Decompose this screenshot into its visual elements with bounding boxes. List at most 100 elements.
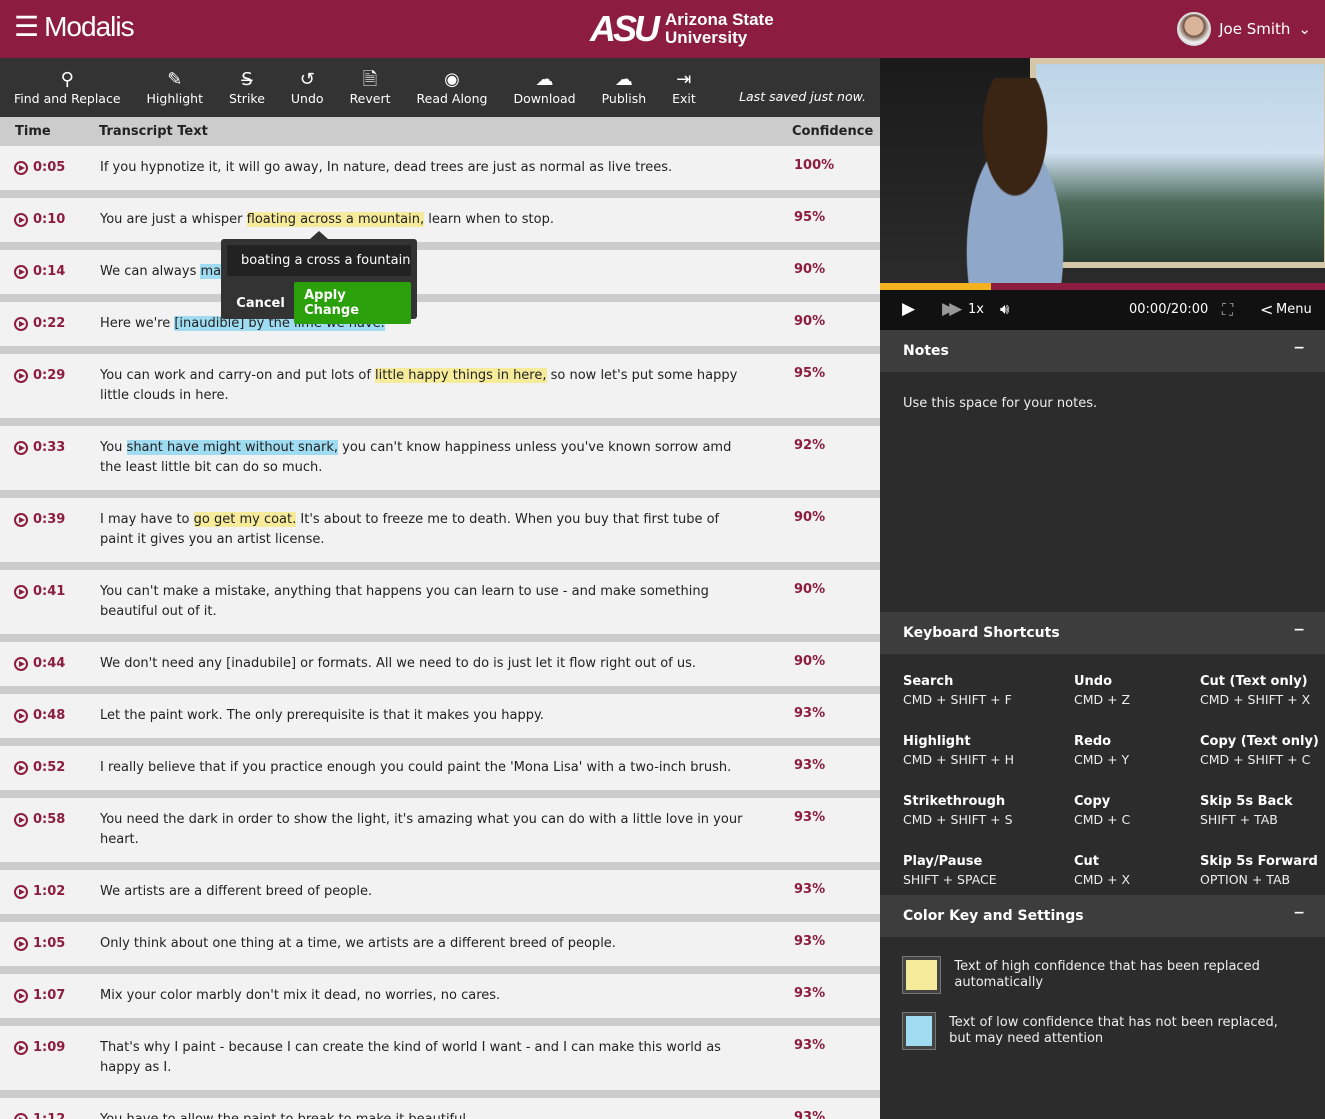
timestamp-button[interactable]: 1:09: [14, 1040, 65, 1055]
colorkey-header[interactable]: Color Key and Settings −: [880, 895, 1325, 937]
transcript-text[interactable]: Only think about one thing at a time, we…: [100, 922, 750, 966]
notes-textarea[interactable]: Use this space for your notes.: [880, 372, 1325, 612]
transcript-text[interactable]: You can work and carry-on and put lots o…: [100, 354, 750, 418]
high-confidence-replacement[interactable]: floating across a mountain,: [246, 212, 425, 227]
collapse-icon[interactable]: −: [1293, 340, 1305, 356]
timestamp-button[interactable]: 0:41: [14, 584, 65, 599]
tool-undo[interactable]: ↺ Undo: [285, 69, 330, 106]
table-row: 0:10 You are just a whisper floating acro…: [0, 198, 880, 242]
timestamp: 0:29: [33, 368, 66, 383]
text-segment: We artists are a different breed of peop…: [100, 884, 373, 899]
shortcut-name: Search: [903, 674, 954, 689]
low-confidence-text[interactable]: shant have might without snark,: [126, 440, 339, 455]
confidence-value: 95%: [794, 366, 826, 381]
tool-revert[interactable]: 🗎 Revert: [344, 69, 397, 106]
tool-download[interactable]: ☁ Download: [507, 69, 581, 106]
cancel-button[interactable]: Cancel: [227, 296, 294, 311]
high-confidence-replacement[interactable]: go get my coat.: [193, 512, 297, 527]
share-icon[interactable]: <: [1260, 300, 1273, 319]
timestamp-button[interactable]: 0:33: [14, 440, 65, 455]
speed-button[interactable]: 1x: [968, 302, 984, 317]
transcript-text[interactable]: If you hypnotize it, it will go away, In…: [100, 146, 750, 190]
text-segment: Mix your color marbly don't mix it dead,…: [100, 988, 501, 1003]
timestamp: 0:44: [33, 656, 66, 671]
user-menu[interactable]: Joe Smith ⌄: [1177, 12, 1311, 46]
timestamp-button[interactable]: 0:58: [14, 812, 65, 827]
color-swatch[interactable]: [901, 956, 942, 994]
transcript-text[interactable]: Here we're [inaudible] by the lime we ha…: [100, 302, 750, 346]
shortcut-name: Copy: [1074, 794, 1111, 809]
transcript-text[interactable]: That's why I paint - because I can creat…: [100, 1026, 750, 1090]
volume-icon[interactable]: 🔊︎: [1000, 300, 1009, 318]
timestamp-button[interactable]: 0:29: [14, 368, 65, 383]
menu-icon[interactable]: ☰: [14, 10, 39, 43]
text-segment: Let the paint work. The only prerequisit…: [100, 708, 544, 723]
transcript-text[interactable]: You can't make a mistake, anything that …: [100, 570, 750, 634]
tool-publish[interactable]: ☁ Publish: [596, 69, 653, 106]
tool-read-along[interactable]: ◉ Read Along: [411, 69, 494, 106]
fullscreen-icon[interactable]: ⛶: [1222, 300, 1233, 320]
transcript-text[interactable]: You shant have might without snark, you …: [100, 426, 750, 490]
text-segment: If you hypnotize it, it will go away, In…: [100, 160, 673, 175]
top-bar: ☰ Modalis ASU Arizona State University Joe …: [0, 0, 1325, 58]
play-circle-icon: [14, 264, 28, 279]
shortcut-name: Strikethrough: [903, 794, 1006, 809]
timestamp-button[interactable]: 0:10: [14, 212, 65, 227]
toolbar: ⚲ Find and Replace ✎ Highlight S̶ Strike ↺ Undo…: [0, 58, 880, 117]
transcript-text[interactable]: I may have to go get my coat. It's about…: [100, 498, 750, 562]
replacement-input[interactable]: boating a cross a fountain: [227, 245, 411, 276]
timestamp-button[interactable]: 1:07: [14, 988, 65, 1003]
collapse-icon[interactable]: −: [1293, 905, 1305, 921]
timestamp-button[interactable]: 1:12: [14, 1112, 65, 1119]
transcript-text[interactable]: We artists are a different breed of peop…: [100, 870, 750, 914]
tool-exit[interactable]: ⇥ Exit: [666, 69, 702, 106]
high-confidence-replacement[interactable]: little happy things in here,: [375, 368, 547, 383]
text-segment: You need the dark in order to show the l…: [100, 812, 743, 847]
transcript-text[interactable]: You need the dark in order to show the l…: [100, 798, 750, 862]
notes-header[interactable]: Notes −: [880, 330, 1325, 372]
transcript-text[interactable]: Mix your color marbly don't mix it dead,…: [100, 974, 750, 1018]
timestamp-button[interactable]: 0:39: [14, 512, 65, 527]
timestamp-button[interactable]: 0:05: [14, 160, 65, 175]
transcript-text[interactable]: Let the paint work. The only prerequisit…: [100, 694, 750, 738]
play-circle-icon: [14, 760, 28, 775]
color-key: Text of high confidence that has been re…: [880, 937, 1325, 1068]
timestamp-button[interactable]: 1:02: [14, 884, 65, 899]
play-circle-icon: [14, 936, 28, 951]
timestamp-button[interactable]: 0:48: [14, 708, 65, 723]
collapse-icon[interactable]: −: [1293, 622, 1305, 638]
tool-highlight[interactable]: ✎ Highlight: [141, 69, 209, 106]
timestamp-button[interactable]: 0:14: [14, 264, 65, 279]
video-progress-bar[interactable]: [880, 283, 1325, 290]
shortcut-name: Cut: [1074, 854, 1100, 869]
tool-label: Publish: [601, 91, 647, 106]
transcript-text[interactable]: We don't need any [inadubile] or formats…: [100, 642, 750, 686]
timestamp-button[interactable]: 0:52: [14, 760, 65, 775]
text-segment: You can't make a mistake, anything that …: [100, 584, 709, 619]
timestamp: 0:39: [33, 512, 66, 527]
timestamp-button[interactable]: 0:22: [14, 316, 65, 331]
transcript-text[interactable]: You have to allow the paint to break to …: [100, 1098, 750, 1119]
modalis-logo[interactable]: ☰ Modalis: [14, 10, 135, 43]
timestamp: 0:05: [33, 160, 66, 175]
fast-forward-icon[interactable]: ▶▶: [942, 299, 962, 319]
transcript-text[interactable]: We can always marry our colors: [100, 250, 750, 294]
play-circle-icon: [14, 368, 28, 383]
tool-strike[interactable]: S̶ Strike: [223, 69, 271, 106]
timestamp-button[interactable]: 1:05: [14, 936, 65, 951]
timestamp: 0:14: [33, 264, 66, 279]
video-player[interactable]: [880, 58, 1325, 283]
shortcut-name: Play/Pause: [903, 854, 983, 869]
shortcut-keys: CMD + Y: [1074, 752, 1130, 767]
shortcuts-header[interactable]: Keyboard Shortcuts −: [880, 612, 1325, 654]
menu-button[interactable]: Menu: [1276, 302, 1312, 317]
timestamp-button[interactable]: 0:44: [14, 656, 65, 671]
text-segment: That's why I paint - because I can creat…: [100, 1040, 721, 1075]
apply-change-button[interactable]: Apply Change: [294, 282, 411, 324]
color-swatch[interactable]: [901, 1012, 937, 1050]
play-icon[interactable]: ▶: [902, 299, 915, 319]
tool-find-and-replace[interactable]: ⚲ Find and Replace: [8, 69, 127, 106]
transcript-text[interactable]: You are just a whisper floating across a…: [100, 198, 750, 242]
shortcut-keys: SHIFT + SPACE: [903, 872, 997, 887]
transcript-text[interactable]: I really believe that if you practice en…: [100, 746, 750, 790]
